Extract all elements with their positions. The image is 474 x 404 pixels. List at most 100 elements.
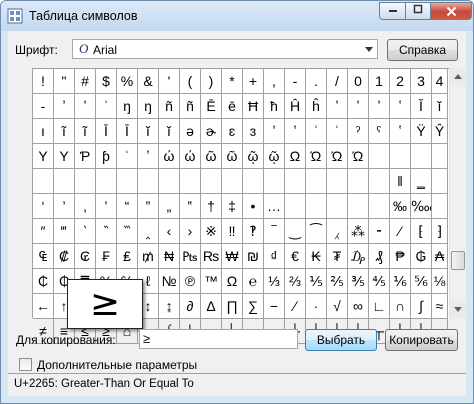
char-cell[interactable] [285,194,306,219]
grid-scrollbar[interactable] [449,68,466,318]
minimize-button[interactable] [379,2,406,20]
char-cell[interactable]: ⅚ [411,269,432,294]
char-cell[interactable]: ‿ [285,219,306,244]
char-cell[interactable] [432,169,448,194]
char-cell[interactable]: ĥ [306,94,327,119]
char-cell[interactable]: ⅔ [285,269,306,294]
char-cell[interactable]: ‗ [411,169,432,194]
char-cell[interactable]: % [117,69,138,94]
char-cell[interactable]: Ÿ [411,119,432,144]
char-cell[interactable]: ‷ [117,219,138,244]
char-cell[interactable]: ₦ [159,244,180,269]
char-cell[interactable]: ʽ [348,94,369,119]
char-cell[interactable] [264,169,285,194]
char-cell[interactable]: ₢ [75,244,96,269]
char-cell[interactable]: ʽ [390,94,411,119]
char-cell[interactable] [180,169,201,194]
char-cell[interactable]: ℮ [243,269,264,294]
char-cell[interactable]: ħ [264,94,285,119]
char-cell[interactable]: # [75,69,96,94]
char-cell[interactable] [369,169,390,194]
char-cell[interactable]: ← [33,294,54,319]
scroll-up-icon[interactable] [450,68,466,85]
char-cell[interactable]: - [285,69,306,94]
char-cell[interactable]: ʼ [264,119,285,144]
char-cell[interactable]: ‛ [96,194,117,219]
char-cell[interactable]: ɜ [243,119,264,144]
char-cell[interactable]: ‟ [180,194,201,219]
char-cell[interactable]: ⅕ [306,269,327,294]
char-cell[interactable]: ∂ [180,294,201,319]
char-cell[interactable] [369,194,390,219]
char-cell[interactable]: ʼ [369,94,390,119]
char-cell[interactable]: ⁃ [369,219,390,244]
char-cell[interactable] [222,169,243,194]
char-cell[interactable] [138,169,159,194]
char-cell[interactable]: * [222,69,243,94]
char-cell[interactable]: ˀ [348,119,369,144]
char-cell[interactable]: ∑ [243,294,264,319]
char-cell[interactable] [411,144,432,169]
char-cell[interactable]: ※ [201,219,222,244]
char-cell[interactable]: ɛ [222,119,243,144]
char-cell[interactable]: … [264,194,285,219]
char-cell[interactable]: ∆ [201,294,222,319]
char-cell[interactable] [159,169,180,194]
char-cell[interactable]: Y [33,144,54,169]
char-cell[interactable]: ʽ [390,119,411,144]
char-cell[interactable]: ∞ [348,294,369,319]
char-cell[interactable]: ∏ [222,294,243,319]
char-cell[interactable]: ⁆ [432,219,448,244]
char-cell[interactable]: & [138,69,159,94]
title-bar[interactable]: Таблица символов [1,1,473,31]
char-cell[interactable]: “ [117,194,138,219]
char-cell[interactable]: , [264,69,285,94]
char-cell[interactable]: ™ [201,269,222,294]
char-cell[interactable]: ‵ [75,219,96,244]
char-cell[interactable]: ĭ [432,94,448,119]
char-cell[interactable]: ʽ [138,144,159,169]
char-cell[interactable]: √ [327,294,348,319]
char-cell[interactable]: Ē [201,94,222,119]
char-cell[interactable]: † [201,194,222,219]
char-cell[interactable]: Ŷ [432,119,448,144]
char-cell[interactable]: ⁁ [327,219,348,244]
char-cell[interactable]: • [243,194,264,219]
char-cell[interactable]: ‶ [96,219,117,244]
char-cell[interactable]: $ [96,69,117,94]
char-cell[interactable]: ē [222,94,243,119]
char-cell[interactable]: Ƥ [75,144,96,169]
char-cell[interactable]: Ĥ [285,94,306,119]
char-cell[interactable]: ʿ [117,144,138,169]
char-cell[interactable]: ⁅ [411,219,432,244]
char-cell[interactable]: ⁄ [390,219,411,244]
char-cell[interactable] [327,169,348,194]
char-cell[interactable]: € [285,244,306,269]
char-cell[interactable]: ) [201,69,222,94]
char-cell[interactable]: ₤ [117,244,138,269]
char-cell[interactable]: ĩ [75,119,96,144]
char-cell[interactable]: ⅖ [327,269,348,294]
char-cell[interactable]: ‾ [264,219,285,244]
char-cell[interactable] [285,169,306,194]
char-cell[interactable]: ŋ [138,94,159,119]
char-cell[interactable]: Ĭ [411,94,432,119]
char-cell[interactable]: Ώ [348,144,369,169]
font-dropdown[interactable]: O Arial [72,39,378,59]
char-cell[interactable]: ’ [54,194,75,219]
char-cell[interactable]: ĩ [54,119,75,144]
scroll-thumb[interactable] [451,251,465,270]
char-cell[interactable]: ĭ [159,119,180,144]
char-cell[interactable]: 1 [369,69,390,94]
char-cell[interactable]: ῶ [222,144,243,169]
char-cell[interactable]: › [180,219,201,244]
char-cell[interactable]: ₭ [306,244,327,269]
char-cell[interactable]: ' [159,69,180,94]
char-cell[interactable]: ↨ [159,294,180,319]
char-cell[interactable]: ‱ [411,194,432,219]
char-cell[interactable]: ₫ [264,244,285,269]
char-cell[interactable]: ‹ [159,219,180,244]
char-cell[interactable] [75,169,96,194]
char-cell[interactable]: ₧ [180,244,201,269]
char-cell[interactable] [33,169,54,194]
